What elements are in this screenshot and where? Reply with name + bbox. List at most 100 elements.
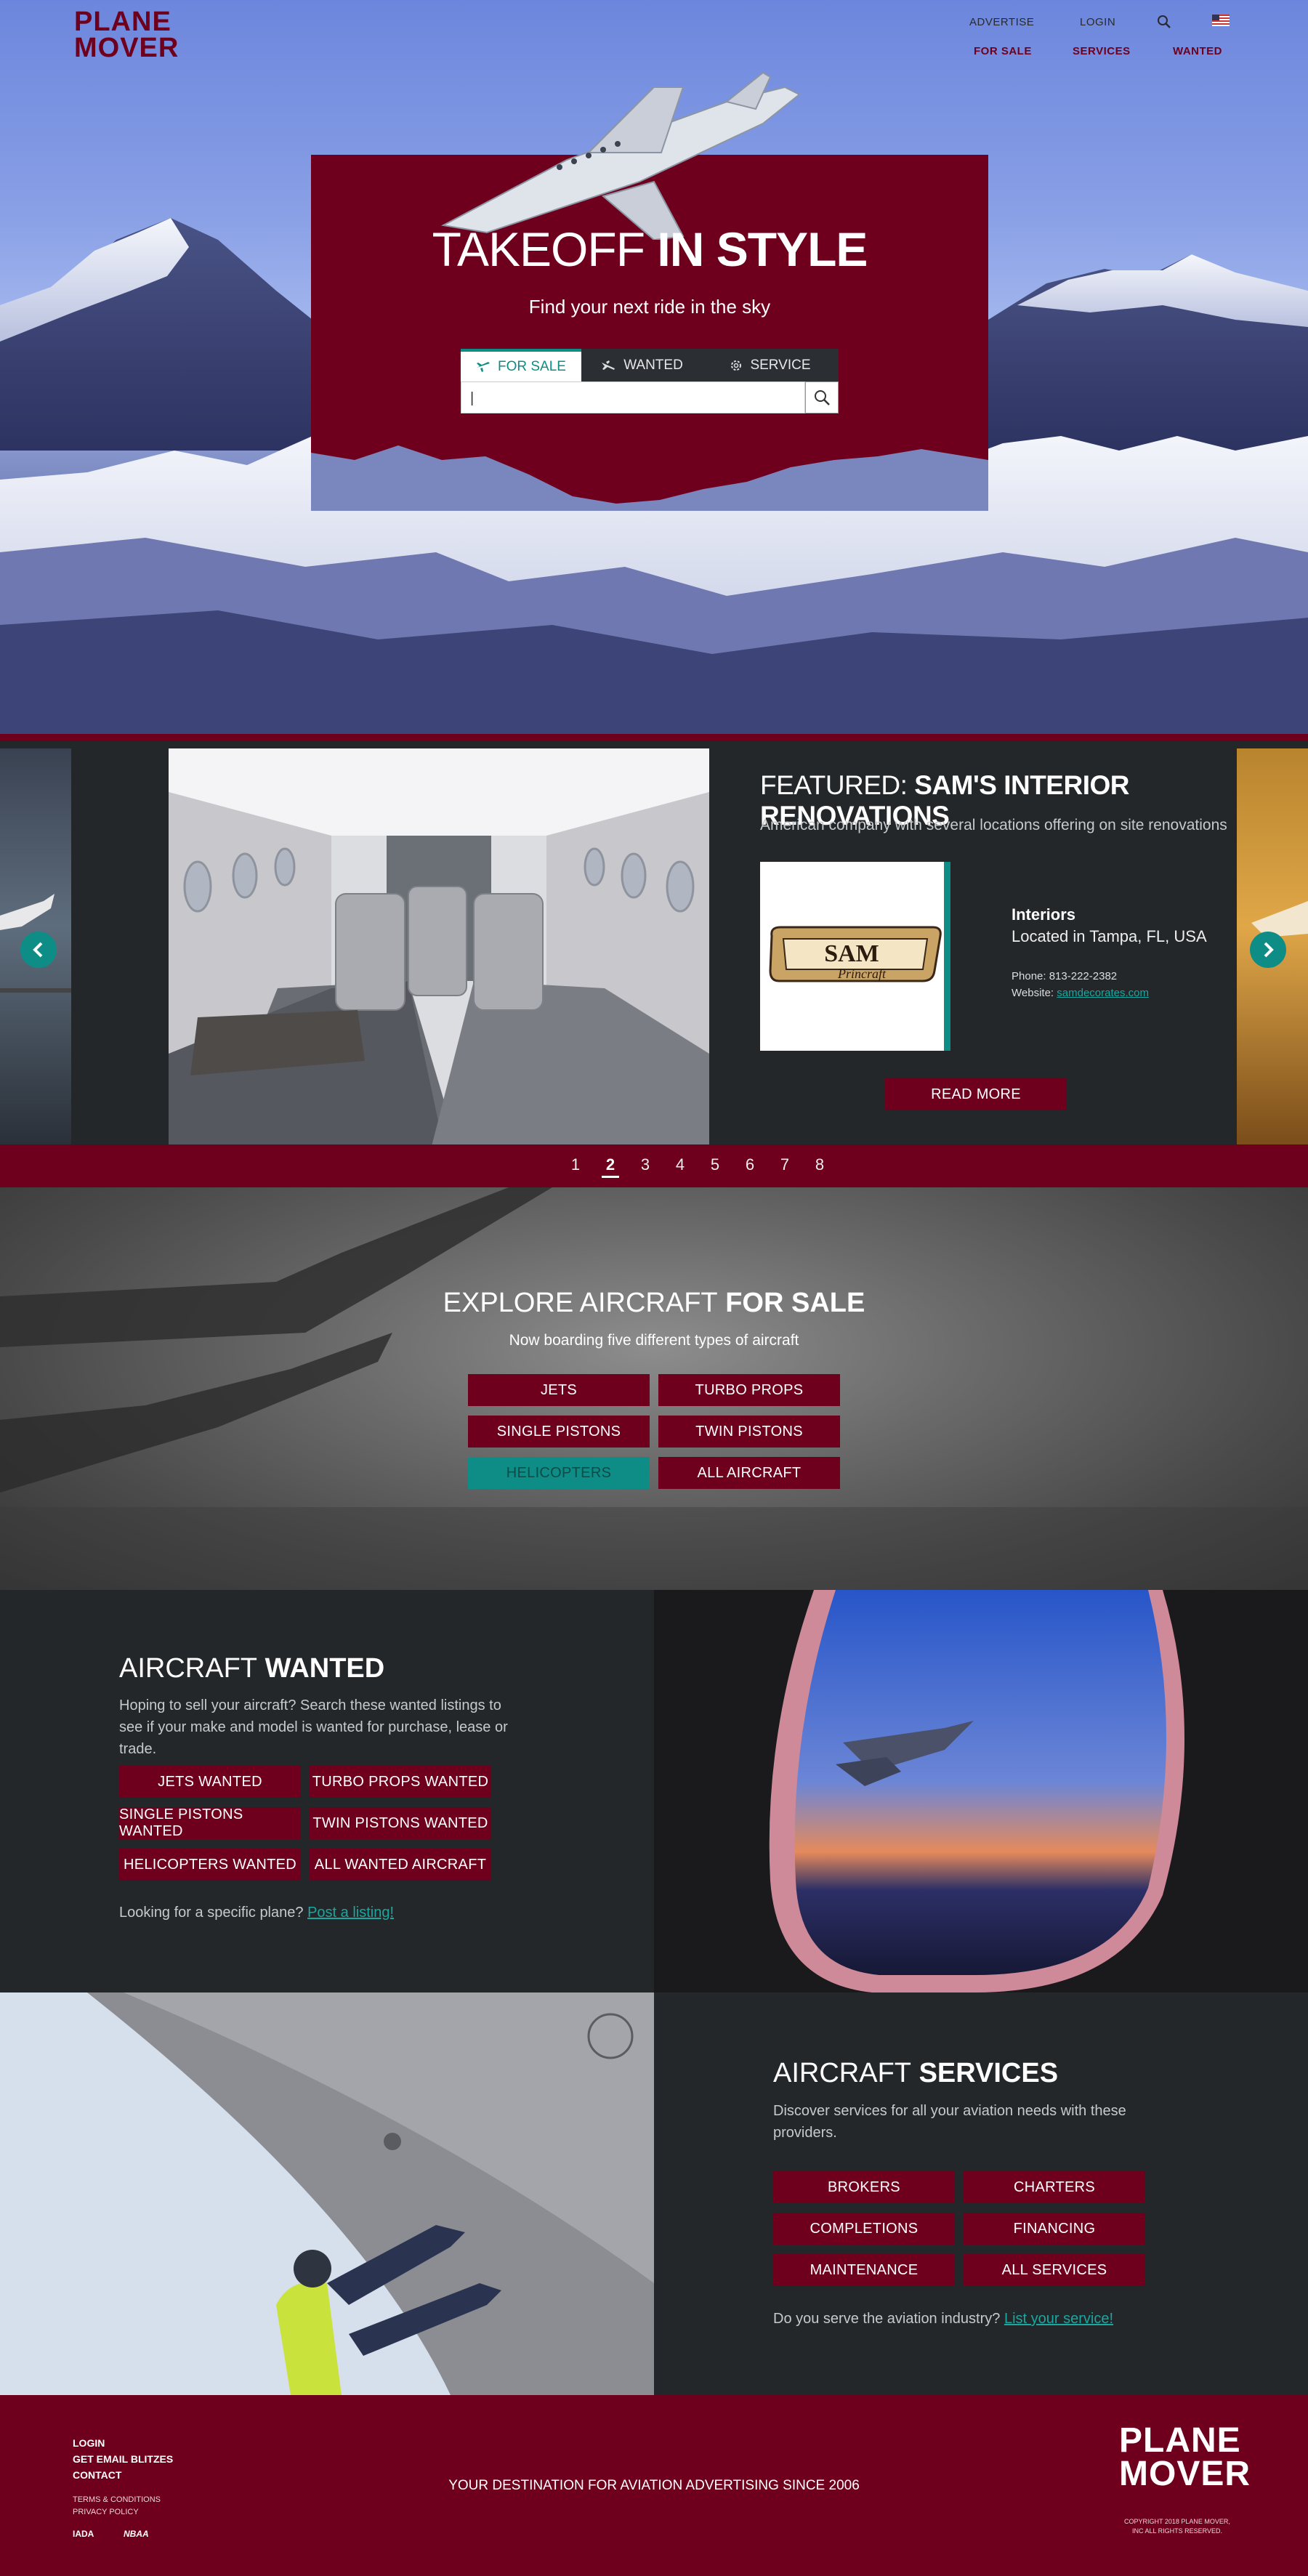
post-listing-link[interactable]: Post a listing! bbox=[307, 1905, 394, 1921]
financing-button[interactable]: FINANCING bbox=[964, 2213, 1145, 2245]
footer-logo-line-2: MOVER bbox=[1119, 2454, 1251, 2493]
services-title: AIRCRAFT SERVICES bbox=[773, 2058, 1058, 2089]
search-input-value: | bbox=[470, 390, 475, 406]
hero-title-bold: IN STYLE bbox=[657, 222, 868, 276]
search-input[interactable]: | bbox=[461, 381, 805, 413]
nav-login[interactable]: LOGIN bbox=[1080, 16, 1115, 28]
jets-wanted-button[interactable]: JETS WANTED bbox=[119, 1766, 301, 1798]
explore-title: EXPLORE AIRCRAFT FOR SALE bbox=[0, 1288, 1308, 1319]
twin-pistons-button[interactable]: TWIN PISTONS bbox=[658, 1416, 840, 1448]
services-description: Discover services for all your aviation … bbox=[773, 2103, 1126, 2141]
charters-button[interactable]: CHARTERS bbox=[964, 2171, 1145, 2203]
explore-title-light: EXPLORE AIRCRAFT bbox=[443, 1288, 718, 1318]
copyright-line-1: COPYRIGHT 2018 PLANE MOVER, bbox=[1124, 2518, 1230, 2525]
helicopters-wanted-button[interactable]: HELICOPTERS WANTED bbox=[119, 1849, 301, 1881]
footer-email-blitz-link[interactable]: GET EMAIL BLITZES bbox=[73, 2453, 173, 2465]
footer-logo-line-1: PLANE bbox=[1119, 2421, 1241, 2460]
search-icon bbox=[815, 390, 830, 405]
chevron-left-icon bbox=[33, 942, 43, 958]
twin-pistons-wanted-button[interactable]: TWIN PISTONS WANTED bbox=[310, 1807, 491, 1839]
page-link-1[interactable]: 1 bbox=[567, 1155, 584, 1174]
jets-button[interactable]: JETS bbox=[468, 1374, 650, 1406]
us-flag-icon[interactable] bbox=[1212, 15, 1230, 30]
privacy-link[interactable]: PRIVACY POLICY bbox=[73, 2508, 139, 2516]
nav-services[interactable]: SERVICES bbox=[1073, 45, 1131, 57]
featured-pagination bbox=[0, 1144, 1308, 1187]
completions-button[interactable]: COMPLETIONS bbox=[773, 2213, 955, 2245]
mechanic-image bbox=[0, 1992, 654, 2395]
footer-logo[interactable]: PLANE MOVER bbox=[1119, 2421, 1251, 2493]
featured-image bbox=[169, 748, 709, 1152]
tab-wanted[interactable]: WANTED bbox=[581, 349, 702, 381]
search-button[interactable] bbox=[805, 381, 839, 413]
wanted-footer-text: Looking for a specific plane? Post a lis… bbox=[119, 1905, 394, 1921]
featured-phone: Phone: 813-222-2382 bbox=[1012, 970, 1118, 982]
nav-wanted[interactable]: WANTED bbox=[1173, 45, 1222, 57]
website-link[interactable]: samdecorates.com bbox=[1057, 987, 1149, 999]
tab-wanted-label: WANTED bbox=[623, 357, 683, 373]
copyright-text: COPYRIGHT 2018 PLANE MOVER, INC ALL RIGH… bbox=[1105, 2517, 1250, 2536]
nbaa-badge[interactable]: NBAA bbox=[124, 2529, 149, 2539]
services-footer-prompt: Do you serve the aviation industry? bbox=[773, 2311, 1001, 2327]
explore-title-bold: FOR SALE bbox=[725, 1288, 865, 1318]
featured-description: American company with several locations … bbox=[760, 817, 1227, 833]
page-link-3[interactable]: 3 bbox=[637, 1155, 654, 1174]
list-service-link[interactable]: List your service! bbox=[1004, 2311, 1113, 2327]
tab-for-sale-label: FOR SALE bbox=[498, 358, 566, 374]
read-more-button[interactable]: READ MORE bbox=[885, 1078, 1067, 1110]
services-footer-text: Do you serve the aviation industry? List… bbox=[773, 2311, 1113, 2327]
logo-text-sam: SAM bbox=[824, 940, 879, 967]
single-pistons-button[interactable]: SINGLE PISTONS bbox=[468, 1416, 650, 1448]
page-link-4[interactable]: 4 bbox=[671, 1155, 689, 1174]
jet-image bbox=[440, 73, 801, 240]
wanted-title: AIRCRAFT WANTED bbox=[119, 1653, 384, 1684]
website-label: Website: bbox=[1012, 987, 1054, 999]
site-logo[interactable]: PLANE MOVER bbox=[74, 7, 179, 64]
wing-background bbox=[0, 1187, 1308, 1590]
footer-login-link[interactable]: LOGIN bbox=[73, 2437, 105, 2449]
nav-for-sale[interactable]: FOR SALE bbox=[974, 45, 1032, 57]
footer-tagline: YOUR DESTINATION FOR AVIATION ADVERTISIN… bbox=[448, 2478, 860, 2493]
terms-link[interactable]: TERMS & CONDITIONS bbox=[73, 2495, 161, 2504]
chevron-right-icon bbox=[1264, 942, 1274, 958]
plane-down-icon bbox=[602, 360, 615, 370]
wanted-title-light: AIRCRAFT bbox=[119, 1653, 257, 1684]
hero-title-light: TAKEOFF bbox=[432, 222, 645, 276]
wanted-description: Hoping to sell your aircraft? Search the… bbox=[119, 1697, 508, 1757]
page-link-2[interactable]: 2 bbox=[602, 1155, 619, 1178]
wanted-title-bold: WANTED bbox=[265, 1653, 385, 1684]
tab-for-sale[interactable]: FOR SALE bbox=[461, 349, 581, 381]
page-link-8[interactable]: 8 bbox=[811, 1155, 828, 1174]
page-link-6[interactable]: 6 bbox=[741, 1155, 759, 1174]
all-services-button[interactable]: ALL SERVICES bbox=[964, 2254, 1145, 2286]
nav-advertise[interactable]: ADVERTISE bbox=[969, 16, 1034, 28]
tab-service[interactable]: SERVICE bbox=[702, 349, 839, 381]
prev-arrow-button[interactable] bbox=[20, 932, 57, 968]
search-icon[interactable] bbox=[1157, 15, 1171, 33]
window-view-image bbox=[654, 1590, 1308, 1992]
single-pistons-wanted-button[interactable]: SINGLE PISTONS WANTED bbox=[119, 1806, 301, 1839]
all-aircraft-button[interactable]: ALL AIRCRAFT bbox=[658, 1457, 840, 1489]
featured-website: Website: samdecorates.com bbox=[1012, 987, 1149, 999]
logo-line-1: PLANE bbox=[74, 7, 171, 37]
brokers-button[interactable]: BROKERS bbox=[773, 2171, 955, 2203]
featured-category: Interiors bbox=[1012, 905, 1076, 924]
turbo-props-button[interactable]: TURBO PROPS bbox=[658, 1374, 840, 1406]
maintenance-button[interactable]: MAINTENANCE bbox=[773, 2254, 955, 2286]
services-title-bold: SERVICES bbox=[919, 2058, 1059, 2088]
explore-subtitle: Now boarding five different types of air… bbox=[509, 1332, 799, 1349]
all-wanted-aircraft-button[interactable]: ALL WANTED AIRCRAFT bbox=[310, 1849, 491, 1881]
page-link-5[interactable]: 5 bbox=[706, 1155, 724, 1174]
tab-service-label: SERVICE bbox=[750, 357, 811, 373]
logo-text-princraft: Princraft bbox=[837, 966, 887, 981]
page-link-7[interactable]: 7 bbox=[776, 1155, 794, 1174]
next-arrow-button[interactable] bbox=[1250, 932, 1286, 968]
featured-company-logo[interactable]: SAM Princraft bbox=[760, 862, 950, 1051]
explore-section bbox=[0, 1187, 1308, 1590]
iada-badge[interactable]: IADA bbox=[73, 2529, 94, 2539]
featured-title-prefix: FEATURED: bbox=[760, 770, 908, 800]
logo-line-2: MOVER bbox=[74, 33, 179, 64]
hero-section: PLANE MOVER ADVERTISE LOGIN FOR SALE SER… bbox=[0, 0, 1308, 734]
helicopters-button[interactable]: HELICOPTERS bbox=[468, 1457, 650, 1489]
turbo-props-wanted-button[interactable]: TURBO PROPS WANTED bbox=[310, 1766, 491, 1798]
